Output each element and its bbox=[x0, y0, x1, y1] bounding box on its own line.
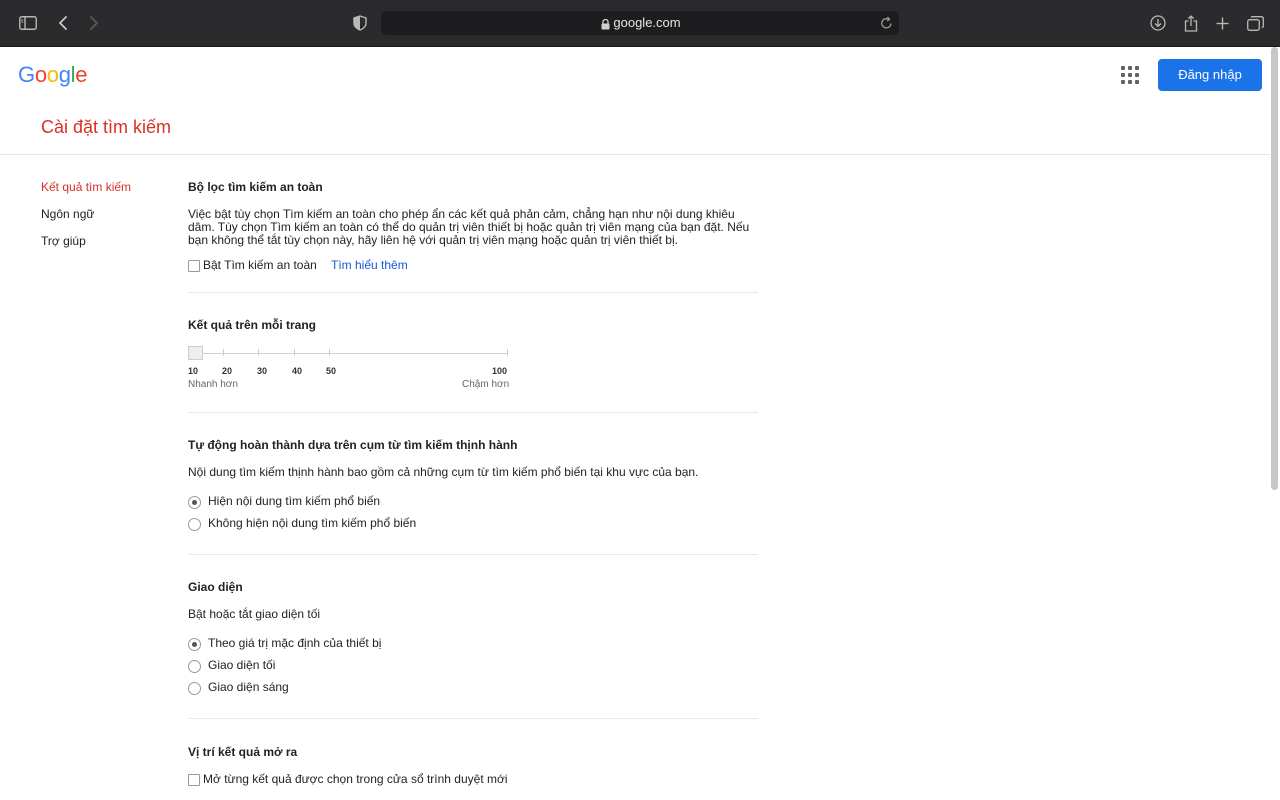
autocomplete-title: Tự động hoàn thành dựa trên cụm từ tìm k… bbox=[188, 438, 518, 452]
appearance-desc: Bật hoặc tắt giao diện tối bbox=[188, 607, 321, 621]
hide-trending-radio[interactable] bbox=[188, 518, 201, 531]
signin-button[interactable]: Đăng nhập bbox=[1158, 59, 1262, 91]
share-icon[interactable] bbox=[1180, 12, 1202, 34]
slider-tick bbox=[258, 349, 259, 356]
learn-more-link[interactable]: Tìm hiểu thêm bbox=[331, 258, 408, 272]
google-logo[interactable]: Google bbox=[18, 62, 87, 88]
results-per-page-title: Kết quả trên mỗi trang bbox=[188, 318, 317, 332]
page-title: Cài đặt tìm kiếm bbox=[41, 117, 172, 137]
forward-icon[interactable] bbox=[83, 12, 105, 34]
logo-letter: G bbox=[18, 62, 35, 87]
section-divider bbox=[188, 554, 758, 555]
address-bar[interactable]: google.com bbox=[381, 11, 899, 35]
sidebar-toggle-icon[interactable] bbox=[17, 12, 39, 34]
sidebar-item-search-results[interactable]: Kết quả tìm kiếm bbox=[41, 180, 131, 194]
header-divider bbox=[0, 154, 1270, 155]
appearance-title: Giao diện bbox=[188, 580, 243, 594]
logo-letter: o bbox=[46, 62, 59, 87]
dark-theme-label[interactable]: Giao diện tối bbox=[208, 658, 275, 672]
new-window-label[interactable]: Mở từng kết quả được chọn trong cửa sổ t… bbox=[203, 772, 508, 786]
tick-label: 50 bbox=[326, 366, 337, 376]
dark-theme-radio[interactable] bbox=[188, 660, 201, 673]
show-trending-radio[interactable] bbox=[188, 496, 201, 509]
light-theme-radio[interactable] bbox=[188, 682, 201, 695]
device-default-radio[interactable] bbox=[188, 638, 201, 651]
slider-tick bbox=[329, 349, 330, 356]
privacy-shield-icon[interactable] bbox=[349, 12, 371, 34]
sidebar-item-languages[interactable]: Ngôn ngữ bbox=[41, 207, 94, 221]
results-window-title: Vị trí kết quả mở ra bbox=[188, 745, 298, 759]
tick-label: 40 bbox=[292, 366, 303, 376]
tick-label: 100 bbox=[492, 366, 508, 376]
hide-trending-label[interactable]: Không hiện nội dung tìm kiếm phổ biến bbox=[208, 516, 416, 530]
new-window-checkbox[interactable] bbox=[188, 774, 200, 786]
logo-letter: g bbox=[58, 62, 71, 87]
safesearch-desc-line3: bạn không thể tắt tùy chọn này, hãy liên… bbox=[188, 233, 678, 247]
slider-tick bbox=[294, 349, 295, 356]
logo-letter: o bbox=[34, 62, 47, 87]
back-icon[interactable] bbox=[52, 12, 74, 34]
tab-overview-icon[interactable] bbox=[1244, 12, 1266, 34]
slider-track[interactable] bbox=[188, 353, 508, 354]
slower-caption: Chậm hơn bbox=[462, 379, 510, 390]
safesearch-title: Bộ lọc tìm kiếm an toàn bbox=[188, 180, 323, 194]
reload-icon[interactable] bbox=[880, 16, 893, 35]
slider-thumb[interactable] bbox=[188, 346, 203, 360]
slider-tick bbox=[223, 349, 224, 356]
section-divider bbox=[188, 718, 758, 719]
download-icon[interactable] bbox=[1147, 12, 1169, 34]
url-text: google.com bbox=[613, 15, 681, 30]
autocomplete-desc: Nội dung tìm kiếm thịnh hành bao gồm cả … bbox=[188, 465, 699, 479]
safesearch-checkbox-label[interactable]: Bật Tìm kiếm an toàn bbox=[203, 258, 317, 272]
tick-label: 30 bbox=[257, 366, 268, 376]
new-tab-icon[interactable] bbox=[1211, 12, 1233, 34]
safesearch-checkbox[interactable] bbox=[188, 260, 200, 272]
light-theme-label[interactable]: Giao diện sáng bbox=[208, 680, 289, 694]
slider-tick bbox=[507, 349, 508, 356]
page-scrollbar[interactable] bbox=[1271, 47, 1278, 490]
browser-toolbar: google.com bbox=[0, 0, 1280, 47]
apps-grid-icon[interactable] bbox=[1121, 66, 1139, 84]
show-trending-label[interactable]: Hiện nội dung tìm kiếm phổ biến bbox=[208, 494, 380, 508]
device-default-label[interactable]: Theo giá trị mặc định của thiết bị bbox=[208, 636, 381, 650]
tick-label: 10 bbox=[188, 366, 199, 376]
faster-caption: Nhanh hơn bbox=[188, 379, 238, 390]
section-divider bbox=[188, 412, 758, 413]
logo-letter: e bbox=[75, 62, 88, 87]
sidebar-item-help[interactable]: Trợ giúp bbox=[41, 234, 86, 248]
section-divider bbox=[188, 292, 758, 293]
tick-label: 20 bbox=[222, 366, 233, 376]
